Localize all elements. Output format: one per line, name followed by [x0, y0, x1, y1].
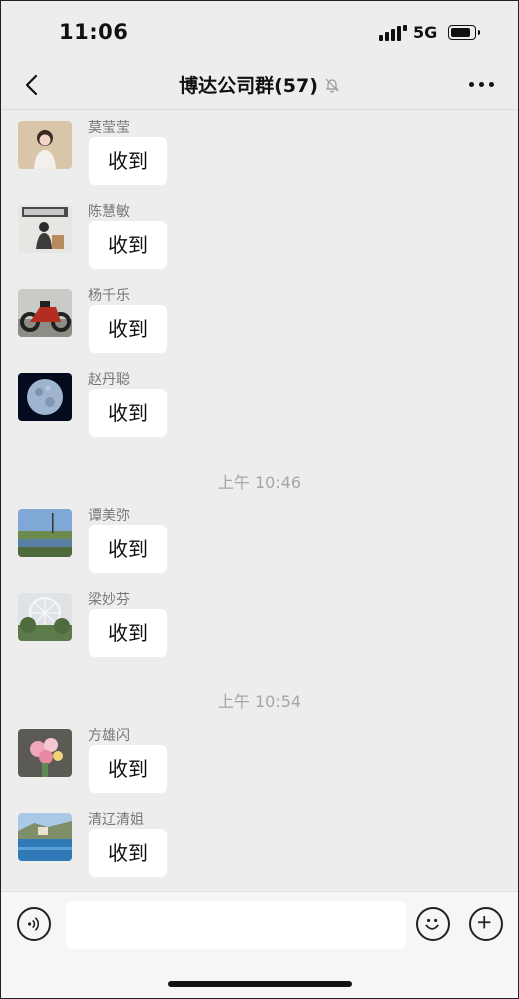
nav-bar: 博达公司群(57) — [1, 61, 518, 110]
voice-icon[interactable] — [17, 907, 51, 941]
sender-name: 陈慧敏 — [88, 204, 130, 220]
message-list[interactable]: 莫莹莹 收到 陈慧敏 收到 杨千乐 收到 赵丹聪 收到 上午 10:46 谭美弥… — [1, 111, 518, 891]
sender-name: 谭美弥 — [88, 508, 130, 524]
network-label: 5G — [413, 23, 438, 42]
avatar[interactable] — [18, 289, 72, 337]
avatar[interactable] — [18, 373, 72, 421]
avatar[interactable] — [18, 729, 72, 777]
bell-slash-icon — [325, 78, 339, 93]
sender-name: 赵丹聪 — [88, 372, 130, 388]
sender-name: 梁妙芬 — [88, 592, 130, 608]
status-time: 11:06 — [59, 20, 129, 44]
message-bubble[interactable]: 收到 — [89, 525, 167, 573]
sender-name: 方雄闪 — [88, 728, 130, 744]
avatar[interactable] — [18, 205, 72, 253]
message-bubble[interactable]: 收到 — [89, 221, 167, 269]
sender-name: 清辽清姐 — [88, 812, 144, 828]
battery-icon — [448, 25, 480, 40]
status-bar: 11:06 5G — [1, 1, 518, 61]
message-bubble[interactable]: 收到 — [89, 137, 167, 185]
sender-name: 莫莹莹 — [88, 120, 130, 136]
message-bubble[interactable]: 收到 — [89, 609, 167, 657]
home-indicator[interactable] — [168, 981, 352, 987]
avatar[interactable] — [18, 121, 72, 169]
more-horizontal-icon[interactable] — [469, 82, 494, 87]
sender-name: 杨千乐 — [88, 288, 130, 304]
chat-title: 博达公司群(57) — [179, 75, 318, 97]
plus-icon[interactable] — [469, 907, 503, 941]
message-bubble[interactable]: 收到 — [89, 745, 167, 793]
message-input[interactable] — [66, 901, 406, 949]
message-bubble[interactable]: 收到 — [89, 829, 167, 877]
avatar[interactable] — [18, 813, 72, 861]
message-bubble[interactable]: 收到 — [89, 305, 167, 353]
message-bubble[interactable]: 收到 — [89, 389, 167, 437]
avatar[interactable] — [18, 593, 72, 641]
avatar[interactable] — [18, 509, 72, 557]
timestamp: 上午 10:54 — [217, 692, 302, 711]
phone-screen: 11:06 5G 博达公司群(57) 莫莹莹 收到 陈慧敏 收到 杨千乐 收到 … — [0, 0, 519, 999]
timestamp: 上午 10:46 — [217, 473, 302, 492]
emoji-icon[interactable] — [416, 907, 450, 941]
signal-icon — [379, 25, 407, 41]
